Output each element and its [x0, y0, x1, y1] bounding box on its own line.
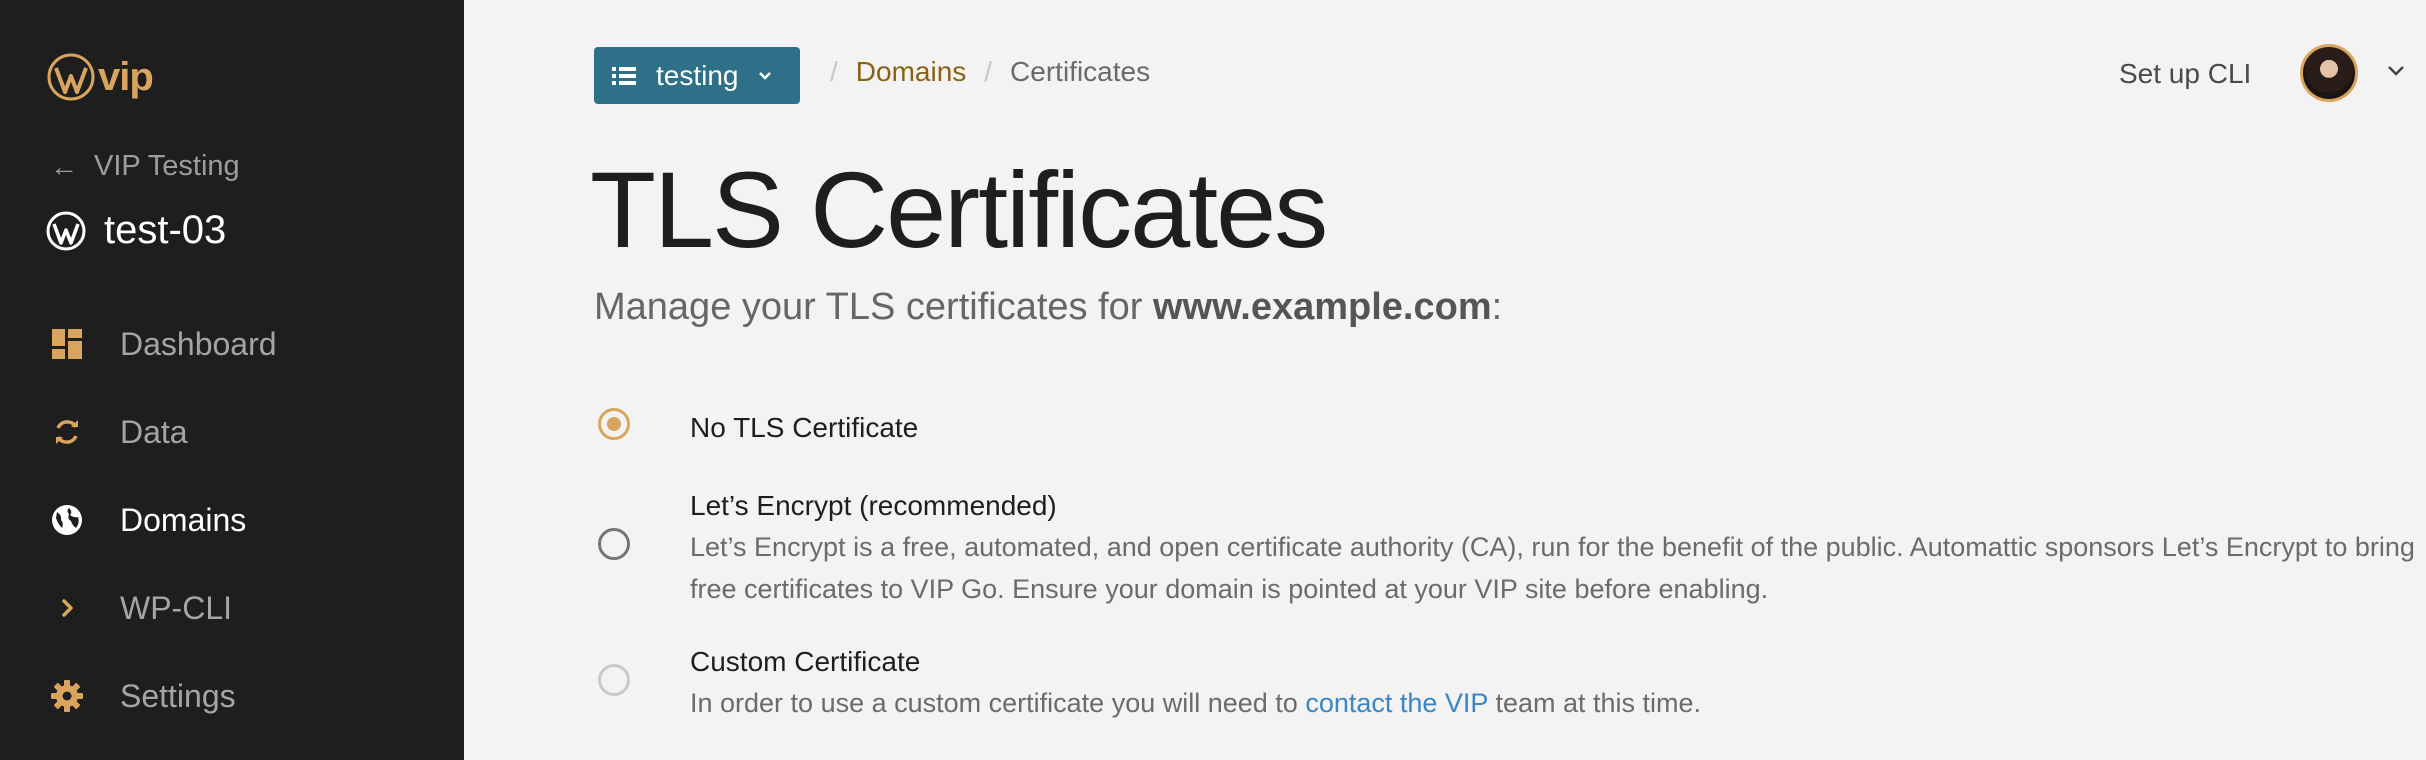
- breadcrumb-current: Certificates: [1010, 56, 1151, 87]
- sidebar-item-label: Domains: [120, 501, 247, 538]
- globe-icon: [50, 503, 84, 537]
- vip-logo[interactable]: vip: [46, 50, 154, 104]
- contact-vip-link[interactable]: contact the VIP: [1305, 688, 1488, 718]
- sidebar-item-label: WP-CLI: [120, 589, 232, 626]
- page-subtitle: Manage your TLS certificates for www.exa…: [594, 286, 1502, 329]
- subtitle-prefix: Manage your TLS certificates for: [594, 286, 1153, 328]
- back-link-label: VIP Testing: [94, 150, 240, 182]
- setup-cli-link[interactable]: Set up CLI: [2119, 58, 2251, 90]
- breadcrumb-domains-link[interactable]: Domains: [856, 56, 966, 88]
- radio-custom-certificate[interactable]: [598, 664, 630, 696]
- arrow-left-icon: ←: [50, 150, 78, 182]
- site-name-label: test-03: [104, 208, 227, 252]
- logo-text: vip: [98, 55, 154, 99]
- breadcrumb: / Domains / Certificates: [830, 56, 1150, 88]
- wordpress-icon: [46, 211, 86, 251]
- sidebar-item-label: Dashboard: [120, 325, 277, 362]
- chevron-down-icon[interactable]: [2386, 64, 2406, 78]
- page-title: TLS Certificates: [590, 149, 1328, 270]
- site-switcher-button[interactable]: testing: [594, 47, 800, 104]
- gear-icon: [50, 679, 84, 713]
- avatar[interactable]: [2300, 44, 2358, 102]
- site-name: test-03: [46, 208, 226, 253]
- sidebar-item-wp-cli[interactable]: WP-CLI: [0, 564, 464, 652]
- back-link[interactable]: ← VIP Testing: [50, 150, 240, 183]
- option-description: Let’s Encrypt is a free, automated, and …: [690, 532, 2415, 604]
- wordpress-logo-icon: [47, 53, 95, 101]
- option-title: No TLS Certificate: [690, 412, 919, 443]
- breadcrumb-separator: /: [830, 56, 838, 87]
- dashboard-icon: [50, 327, 84, 361]
- sidebar-item-dashboard[interactable]: Dashboard: [0, 300, 464, 388]
- subtitle-suffix: :: [1491, 286, 1503, 328]
- subtitle-domain: www.example.com: [1153, 286, 1492, 328]
- list-icon: [612, 66, 636, 86]
- sidebar-item-label: Settings: [120, 677, 236, 714]
- sidebar-item-settings[interactable]: Settings: [0, 652, 464, 740]
- option-title: Custom Certificate: [690, 646, 921, 677]
- description-text: team at this time.: [1487, 688, 1702, 718]
- sidebar-item-label: Data: [120, 413, 188, 450]
- radio-no-tls[interactable]: [598, 408, 630, 440]
- option-description: In order to use a custom certificate you…: [690, 682, 2426, 724]
- description-text: In order to use a custom certificate you…: [690, 688, 1306, 718]
- option-title: Let’s Encrypt (recommended): [690, 490, 1057, 521]
- site-switcher-label: testing: [656, 59, 739, 91]
- breadcrumb-separator: /: [984, 56, 993, 87]
- sidebar: vip ← VIP Testing test-03 Dashboard Data…: [0, 0, 464, 760]
- chevron-down-icon: [757, 70, 773, 82]
- sidebar-item-data[interactable]: Data: [0, 388, 464, 476]
- sync-icon: [50, 415, 84, 449]
- sidebar-item-domains[interactable]: Domains: [0, 476, 464, 564]
- radio-lets-encrypt[interactable]: [598, 528, 630, 560]
- chevron-right-icon: [50, 591, 84, 625]
